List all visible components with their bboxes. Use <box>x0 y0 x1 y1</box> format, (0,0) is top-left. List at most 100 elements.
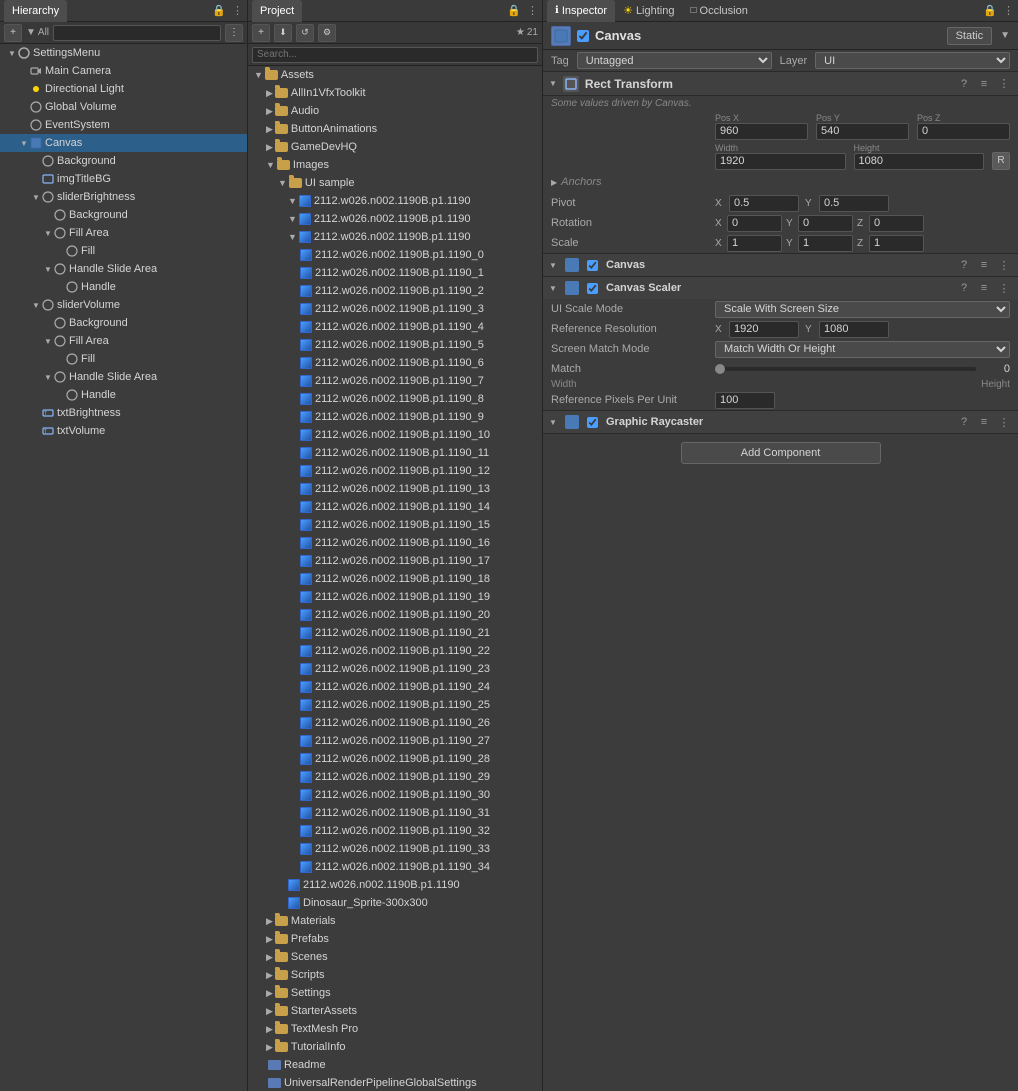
project-item-img-22[interactable]: 2112.w026.n002.1190B.p1.1190_22 <box>248 642 542 660</box>
canvas-scaler-menu[interactable]: ⋮ <box>996 280 1012 296</box>
graphic-raycaster-checkbox[interactable] <box>587 417 598 428</box>
canvas-comp-settings[interactable]: ≡ <box>976 257 992 273</box>
rt-posx-input[interactable] <box>715 123 808 140</box>
hierarchy-item-handle-slide2[interactable]: ▼ Handle Slide Area <box>0 368 247 386</box>
project-item-img-12[interactable]: 2112.w026.n002.1190B.p1.1190_12 <box>248 462 542 480</box>
hierarchy-item-background1[interactable]: Background <box>0 152 247 170</box>
rt-scale-z-input[interactable] <box>869 235 924 252</box>
hierarchy-item-global-volume[interactable]: Global Volume <box>0 98 247 116</box>
ui-scale-mode-dropdown[interactable]: Scale With Screen Size <box>715 301 1010 318</box>
rt-pivot-y-input[interactable] <box>819 195 889 212</box>
project-item-dinosaur[interactable]: Dinosaur_Sprite-300x300 <box>248 894 542 912</box>
project-item-settings-folder[interactable]: ▶ Settings <box>248 984 542 1002</box>
ref-res-x-input[interactable] <box>729 321 799 338</box>
project-item-img-main[interactable]: ▼ 2112.w026.n002.1190B.p1.1190 <box>248 228 542 246</box>
occlusion-tab[interactable]: □ Occlusion <box>682 0 755 22</box>
project-reimport-btn[interactable]: ↺ <box>296 24 314 42</box>
project-item-scripts[interactable]: ▶ Scripts <box>248 966 542 984</box>
graphic-raycaster-settings[interactable]: ≡ <box>976 414 992 430</box>
project-tab[interactable]: Project <box>252 0 302 22</box>
inspector-menu-icon[interactable]: ⋮ <box>1003 4 1014 17</box>
inspector-tab[interactable]: ℹ Inspector <box>547 0 615 22</box>
rt-rot-x-input[interactable] <box>727 215 782 232</box>
rt-settings-btn[interactable]: ≡ <box>976 76 992 92</box>
hierarchy-item-slider-brightness[interactable]: ▼ sliderBrightness <box>0 188 247 206</box>
canvas-scaler-checkbox[interactable] <box>587 283 598 294</box>
rt-height-input[interactable] <box>854 153 985 170</box>
project-item-audio[interactable]: ▶ Audio <box>248 102 542 120</box>
hierarchy-add-btn[interactable]: + <box>4 24 22 42</box>
match-slider[interactable] <box>715 367 976 371</box>
canvas-active-checkbox[interactable] <box>577 30 589 42</box>
project-item-readme[interactable]: Readme <box>248 1056 542 1074</box>
project-item-img-0[interactable]: 2112.w026.n002.1190B.p1.1190_0 <box>248 246 542 264</box>
project-item-urp[interactable]: UniversalRenderPipelineGlobalSettings <box>248 1074 542 1091</box>
graphic-raycaster-menu[interactable]: ⋮ <box>996 414 1012 430</box>
tag-dropdown[interactable]: Untagged <box>577 52 772 69</box>
project-item-img-13[interactable]: 2112.w026.n002.1190B.p1.1190_13 <box>248 480 542 498</box>
project-item-prefabs[interactable]: ▶ Prefabs <box>248 930 542 948</box>
rt-scale-x-input[interactable] <box>727 235 782 252</box>
canvas-comp-checkbox[interactable] <box>587 260 598 271</box>
inspector-lock-icon[interactable]: 🔒 <box>983 4 997 17</box>
rt-scale-y-input[interactable] <box>798 235 853 252</box>
graphic-raycaster-help[interactable]: ? <box>956 414 972 430</box>
hierarchy-item-main-camera[interactable]: Main Camera <box>0 62 247 80</box>
rt-width-input[interactable] <box>715 153 846 170</box>
project-item-img-19[interactable]: 2112.w026.n002.1190B.p1.1190_19 <box>248 588 542 606</box>
project-item-allin1[interactable]: ▶ AllIn1VfxToolkit <box>248 84 542 102</box>
project-import-btn[interactable]: ⬇ <box>274 24 292 42</box>
graphic-raycaster-header[interactable]: ▼ Graphic Raycaster ? ≡ ⋮ <box>543 411 1018 433</box>
project-add-btn[interactable]: + <box>252 24 270 42</box>
hierarchy-item-handle-slide1[interactable]: ▼ Handle Slide Area <box>0 260 247 278</box>
project-item-img-20[interactable]: 2112.w026.n002.1190B.p1.1190_20 <box>248 606 542 624</box>
project-item-img-34[interactable]: 2112.w026.n002.1190B.p1.1190_34 <box>248 858 542 876</box>
project-item-tutorialinfo[interactable]: ▶ TutorialInfo <box>248 1038 542 1056</box>
project-item-img-25[interactable]: 2112.w026.n002.1190B.p1.1190_25 <box>248 696 542 714</box>
hierarchy-item-txt-volume[interactable]: T txtVolume <box>0 422 247 440</box>
project-item-img-17[interactable]: 2112.w026.n002.1190B.p1.1190_17 <box>248 552 542 570</box>
project-menu-icon[interactable]: ⋮ <box>527 4 538 17</box>
static-button[interactable]: Static <box>947 27 993 45</box>
rt-menu-btn[interactable]: ⋮ <box>996 76 1012 92</box>
project-item-img-11[interactable]: 2112.w026.n002.1190B.p1.1190_11 <box>248 444 542 462</box>
canvas-scaler-help[interactable]: ? <box>956 280 972 296</box>
rt-pivot-x-input[interactable] <box>729 195 799 212</box>
project-search-input[interactable] <box>252 47 538 63</box>
project-item-img-2[interactable]: 2112.w026.n002.1190B.p1.1190_2 <box>248 282 542 300</box>
project-item-img-29[interactable]: 2112.w026.n002.1190B.p1.1190_29 <box>248 768 542 786</box>
rt-posy-input[interactable] <box>816 123 909 140</box>
project-item-starter[interactable]: ▶ StarterAssets <box>248 1002 542 1020</box>
project-item-img-16[interactable]: 2112.w026.n002.1190B.p1.1190_16 <box>248 534 542 552</box>
project-item-img-24[interactable]: 2112.w026.n002.1190B.p1.1190_24 <box>248 678 542 696</box>
project-item-img-14[interactable]: 2112.w026.n002.1190B.p1.1190_14 <box>248 498 542 516</box>
project-item-img-33[interactable]: 2112.w026.n002.1190B.p1.1190_33 <box>248 840 542 858</box>
project-item-img-23[interactable]: 2112.w026.n002.1190B.p1.1190_23 <box>248 660 542 678</box>
project-item-materials[interactable]: ▶ Materials <box>248 912 542 930</box>
rt-rot-z-input[interactable] <box>869 215 924 232</box>
project-item-img-31[interactable]: 2112.w026.n002.1190B.p1.1190_31 <box>248 804 542 822</box>
hierarchy-item-imgtitlebg[interactable]: imgTitleBG <box>0 170 247 188</box>
project-item-ui-sample[interactable]: ▼ UI sample <box>248 174 542 192</box>
project-item-img-8[interactable]: 2112.w026.n002.1190B.p1.1190_8 <box>248 390 542 408</box>
project-item-img-7[interactable]: 2112.w026.n002.1190B.p1.1190_7 <box>248 372 542 390</box>
hierarchy-item-txt-brightness[interactable]: T txtBrightness <box>0 404 247 422</box>
canvas-scaler-header[interactable]: ▼ Canvas Scaler ? ≡ ⋮ <box>543 277 1018 299</box>
hierarchy-item-handle1[interactable]: Handle <box>0 278 247 296</box>
hierarchy-menu-btn[interactable]: ⋮ <box>225 24 243 42</box>
hierarchy-menu-icon[interactable]: ⋮ <box>232 4 243 17</box>
ref-res-y-input[interactable] <box>819 321 889 338</box>
hierarchy-item-fill1[interactable]: Fill <box>0 242 247 260</box>
project-item-img-bot[interactable]: 2112.w026.n002.1190B.p1.1190 <box>248 876 542 894</box>
project-item-button-anim[interactable]: ▶ ButtonAnimations <box>248 120 542 138</box>
rt-rot-y-input[interactable] <box>798 215 853 232</box>
project-item-img-26[interactable]: 2112.w026.n002.1190B.p1.1190_26 <box>248 714 542 732</box>
project-item-img-4[interactable]: 2112.w026.n002.1190B.p1.1190_4 <box>248 318 542 336</box>
project-item-img-5[interactable]: 2112.w026.n002.1190B.p1.1190_5 <box>248 336 542 354</box>
project-item-gamedevhq[interactable]: ▶ GameDevHQ <box>248 138 542 156</box>
hierarchy-tab[interactable]: Hierarchy <box>4 0 67 22</box>
project-item-img-6[interactable]: 2112.w026.n002.1190B.p1.1190_6 <box>248 354 542 372</box>
project-item-images[interactable]: ▼ Images <box>248 156 542 174</box>
layer-dropdown[interactable]: UI <box>815 52 1010 69</box>
project-item-assets[interactable]: ▼ Assets <box>248 66 542 84</box>
